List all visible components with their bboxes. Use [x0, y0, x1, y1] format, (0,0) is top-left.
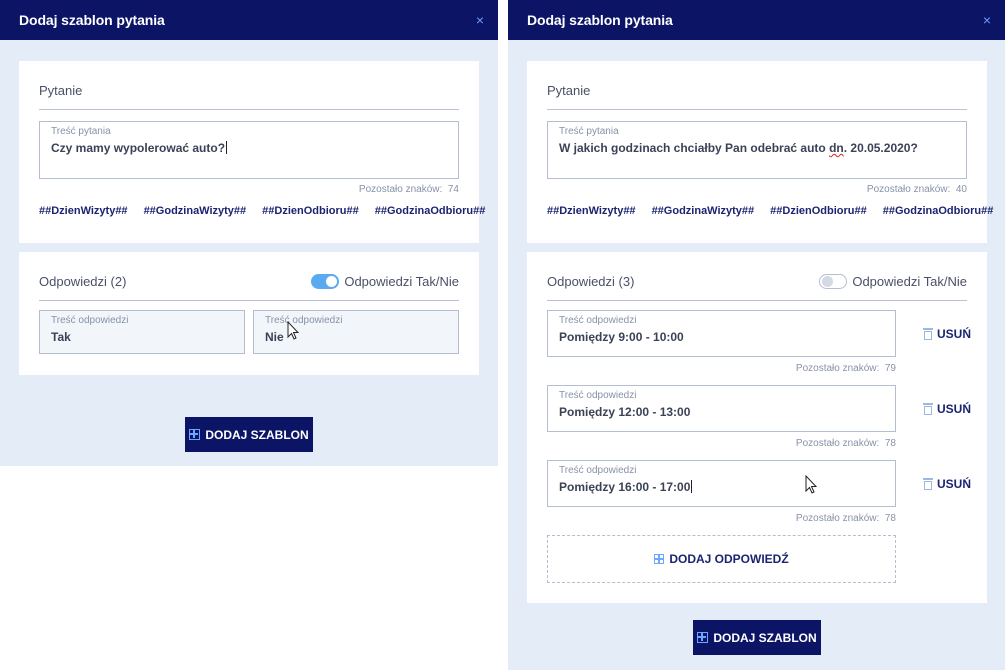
close-icon[interactable]: ×	[983, 13, 991, 27]
question-card: Pytanie Treść pytania Czy mamy wypolerow…	[19, 61, 485, 243]
trash-icon	[923, 403, 933, 415]
question-text-field[interactable]: Treść pytania Czy mamy wypolerować auto?	[39, 121, 459, 179]
plus-square-icon	[697, 632, 709, 643]
answer-field-value[interactable]: Pomiędzy 12:00 - 13:00	[559, 405, 690, 419]
question-text-field[interactable]: Treść pytania W jakich godzinach chciałb…	[547, 121, 967, 179]
left-dialog: Dodaj szablon pytania × Pytanie Treść py…	[0, 0, 498, 466]
question-field-value[interactable]: Czy mamy wypolerować auto?	[51, 141, 228, 155]
answer-field-label: Treść odpowiedzi	[51, 315, 129, 326]
answers-section-title: Odpowiedzi (3)	[547, 274, 635, 289]
answer-field-label: Treść odpowiedzi	[559, 315, 637, 326]
answer-field-label: Treść odpowiedzi	[559, 465, 637, 476]
answer-field-label: Treść odpowiedzi	[265, 315, 343, 326]
divider	[39, 300, 459, 301]
dialog-header: Dodaj szablon pytania ×	[508, 0, 1005, 40]
yes-no-toggle[interactable]: Odpowiedzi Tak/Nie	[819, 274, 967, 289]
add-template-button[interactable]: DODAJ SZABLON	[693, 620, 821, 655]
trash-icon	[923, 328, 933, 340]
answer-field-value[interactable]: Tak	[51, 330, 71, 344]
answer-field-no[interactable]: Treść odpowiedzi Nie	[253, 310, 459, 354]
mouse-pointer-icon	[805, 475, 818, 494]
add-template-label: DODAJ SZABLON	[713, 630, 817, 645]
answers-section-title: Odpowiedzi (2)	[39, 274, 127, 289]
tag-godzina-wizyty[interactable]: ##GodzinaWizyty##	[652, 205, 755, 217]
tag-dzien-odbioru[interactable]: ##DzienOdbioru##	[262, 205, 359, 217]
remove-answer-button[interactable]: USUŃ	[923, 477, 971, 491]
answers-card: Odpowiedzi (2) Odpowiedzi Tak/Nie Treść …	[19, 252, 479, 375]
answer-field[interactable]: Treść odpowiedzi Pomiędzy 16:00 - 17:00	[547, 460, 896, 507]
answer-field-value[interactable]: Nie	[265, 330, 284, 344]
tag-godzina-odbioru[interactable]: ##GodzinaOdbioru##	[375, 205, 486, 217]
tag-godzina-wizyty[interactable]: ##GodzinaWizyty##	[144, 205, 247, 217]
answer-remaining-chars: Pozostało znaków: 78	[795, 513, 896, 524]
trash-icon	[923, 478, 933, 490]
answer-remaining-chars: Pozostało znaków: 78	[795, 438, 896, 449]
answer-field-value[interactable]: Pomiędzy 9:00 - 10:00	[559, 330, 684, 344]
toggle-switch[interactable]	[311, 274, 340, 289]
divider	[547, 109, 967, 110]
answer-field[interactable]: Treść odpowiedzi Pomiędzy 12:00 - 13:00	[547, 385, 896, 432]
question-section-title: Pytanie	[547, 83, 591, 98]
right-dialog: Dodaj szablon pytania × Pytanie Treść py…	[508, 0, 1005, 670]
close-icon[interactable]: ×	[476, 13, 484, 27]
answer-field-label: Treść odpowiedzi	[559, 390, 637, 401]
mouse-pointer-icon	[287, 321, 300, 340]
divider	[39, 109, 459, 110]
question-field-label: Treść pytania	[559, 126, 619, 137]
add-template-label: DODAJ SZABLON	[205, 427, 309, 442]
question-field-value[interactable]: W jakich godzinach chciałby Pan odebrać …	[559, 141, 918, 155]
remove-answer-button[interactable]: USUŃ	[923, 327, 971, 341]
plus-square-icon	[654, 554, 665, 564]
tag-dzien-odbioru[interactable]: ##DzienOdbioru##	[770, 205, 867, 217]
divider	[547, 300, 967, 301]
tag-godzina-odbioru[interactable]: ##GodzinaOdbioru##	[883, 205, 994, 217]
answer-field[interactable]: Treść odpowiedzi Pomiędzy 9:00 - 10:00	[547, 310, 896, 357]
remove-label: USUŃ	[937, 327, 972, 341]
answers-card: Odpowiedzi (3) Odpowiedzi Tak/Nie Treść …	[527, 252, 987, 603]
add-answer-button[interactable]: DODAJ ODPOWIEDŹ	[547, 535, 896, 583]
dialog-title: Dodaj szablon pytania	[527, 12, 673, 28]
add-template-button[interactable]: DODAJ SZABLON	[185, 417, 313, 452]
dialog-title: Dodaj szablon pytania	[19, 12, 165, 28]
toggle-label: Odpowiedzi Tak/Nie	[344, 274, 459, 289]
placeholder-tags: ##DzienWizyty## ##GodzinaWizyty## ##Dzie…	[39, 205, 501, 217]
dialog-header: Dodaj szablon pytania ×	[0, 0, 498, 40]
question-field-label: Treść pytania	[51, 126, 111, 137]
answer-field-yes[interactable]: Treść odpowiedzi Tak	[39, 310, 245, 354]
question-remaining-chars: Pozostało znaków: 74	[358, 184, 459, 195]
yes-no-toggle[interactable]: Odpowiedzi Tak/Nie	[311, 274, 459, 289]
question-remaining-chars: Pozostało znaków: 40	[866, 184, 967, 195]
remove-label: USUŃ	[937, 477, 972, 491]
question-section-title: Pytanie	[39, 83, 83, 98]
add-answer-label: DODAJ ODPOWIEDŹ	[669, 552, 789, 566]
tag-dzien-wizyty[interactable]: ##DzienWizyty##	[547, 205, 636, 217]
plus-square-icon	[189, 429, 201, 440]
toggle-switch[interactable]	[819, 274, 848, 289]
text-caret	[226, 141, 228, 154]
remove-label: USUŃ	[937, 402, 972, 416]
text-caret	[691, 480, 693, 493]
remove-answer-button[interactable]: USUŃ	[923, 402, 971, 416]
toggle-label: Odpowiedzi Tak/Nie	[852, 274, 967, 289]
answer-remaining-chars: Pozostało znaków: 79	[795, 363, 896, 374]
placeholder-tags: ##DzienWizyty## ##GodzinaWizyty## ##Dzie…	[547, 205, 1005, 217]
question-card: Pytanie Treść pytania W jakich godzinach…	[527, 61, 993, 243]
answer-field-value[interactable]: Pomiędzy 16:00 - 17:00	[559, 480, 693, 494]
tag-dzien-wizyty[interactable]: ##DzienWizyty##	[39, 205, 128, 217]
